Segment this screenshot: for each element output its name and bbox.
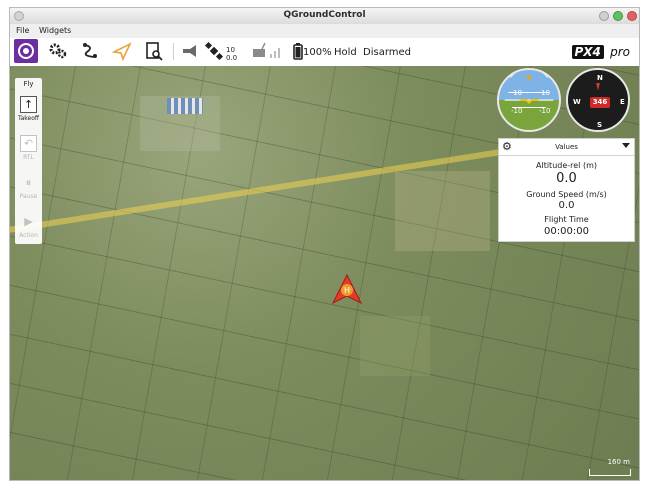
- fly-tool-strip: Fly ↑ Takeoff ↶ RTL ⏸ Pause ▶ Action: [15, 78, 42, 244]
- gps-count: 10: [226, 46, 235, 54]
- rtl-button[interactable]: ↶ RTL: [15, 135, 42, 173]
- px4-pro-logo: PX4 pro: [571, 45, 630, 59]
- fly-panel-title: Fly: [23, 80, 34, 88]
- close-button[interactable]: [627, 11, 637, 21]
- action-button[interactable]: ▶ Action: [15, 213, 42, 251]
- fly-view-button[interactable]: [110, 39, 134, 63]
- map-field: [360, 316, 430, 376]
- document-search-icon: [146, 42, 163, 61]
- vehicle-setup-button[interactable]: [46, 39, 70, 63]
- menu-widgets[interactable]: Widgets: [39, 26, 71, 35]
- title-bar: QGroundControl: [10, 8, 639, 25]
- megaphone-icon: [183, 45, 196, 57]
- play-icon: ▶: [24, 215, 33, 228]
- takeoff-icon: ↑: [20, 96, 37, 113]
- attitude-scale: [504, 70, 554, 108]
- flight-time-value: 00:00:00: [544, 226, 589, 237]
- values-widget: ⚙ Values Altitude-rel (m) 0.0 Ground Spe…: [498, 138, 635, 242]
- satellite-icon: [204, 41, 224, 61]
- menu-file[interactable]: File: [16, 26, 29, 35]
- logo-pro-text: pro: [610, 45, 630, 59]
- ground-speed-value: 0.0: [558, 200, 575, 211]
- signal-bars-icon: [270, 48, 280, 58]
- window-title: QGroundControl: [283, 10, 366, 20]
- pitch-mark-neg-right: -10: [539, 107, 551, 115]
- pitch-mark-right: 10: [541, 89, 550, 97]
- action-label: Action: [19, 232, 38, 239]
- flight-mode-selector[interactable]: Hold: [334, 47, 357, 58]
- altitude-value: 0.0: [556, 171, 577, 186]
- menu-bar: File Widgets: [10, 24, 639, 38]
- qgc-logo-icon: [18, 43, 34, 59]
- battery-percent: 100%: [303, 47, 332, 58]
- gps-indicator[interactable]: [202, 39, 226, 63]
- ground-speed-label: Ground Speed (m/s): [526, 190, 607, 199]
- waypoint-route-icon: [83, 43, 97, 58]
- flight-time-label: Flight Time: [544, 215, 589, 224]
- return-icon: ↶: [20, 135, 37, 152]
- chevron-down-icon[interactable]: [622, 143, 630, 148]
- compass-indicator: N E S W 346: [566, 68, 630, 132]
- app-settings-button[interactable]: [14, 39, 38, 63]
- pause-label: Pause: [19, 193, 38, 200]
- rtl-label: RTL: [23, 154, 34, 161]
- attitude-indicator: 10 10 -10 -10: [497, 68, 561, 132]
- takeoff-button[interactable]: ↑ Takeoff: [15, 96, 42, 134]
- paper-plane-icon: [112, 42, 132, 61]
- minimize-button[interactable]: [599, 11, 609, 21]
- maximize-button[interactable]: [613, 11, 623, 21]
- map-scale: 160 m: [589, 458, 631, 476]
- map-scale-label: 160 m: [607, 458, 630, 466]
- arm-status[interactable]: Disarmed: [363, 47, 411, 58]
- main-toolbar: 10 0.0 100% Hold Disarmed PX4 pro: [10, 38, 639, 67]
- pause-button[interactable]: ⏸ Pause: [15, 174, 42, 212]
- messages-indicator[interactable]: [178, 39, 202, 63]
- map-buildings: [167, 98, 203, 114]
- values-header[interactable]: ⚙ Values: [499, 139, 634, 156]
- pitch-mark-neg-left: -10: [511, 107, 523, 115]
- takeoff-label: Takeoff: [17, 115, 40, 122]
- home-label: H: [344, 286, 350, 295]
- toolbar-divider: [173, 43, 174, 60]
- values-title: Values: [555, 143, 578, 151]
- gps-hdop: 0.0: [226, 54, 238, 62]
- pitch-mark-left: 10: [513, 89, 522, 97]
- app-window: QGroundControl File Widgets 10 0.0 100% …: [9, 7, 640, 481]
- gears-icon: [49, 43, 67, 59]
- analyze-button[interactable]: [142, 39, 166, 63]
- map-field: [395, 171, 490, 251]
- pause-icon: ⏸: [25, 175, 32, 189]
- heading-readout: 346: [590, 97, 610, 108]
- logo-px4-text: PX4: [571, 45, 604, 59]
- altitude-label: Altitude-rel (m): [536, 161, 597, 170]
- plan-view-button[interactable]: [78, 39, 102, 63]
- signal-strength-indicator[interactable]: [264, 39, 288, 63]
- vehicle-home-marker[interactable]: H: [330, 273, 364, 307]
